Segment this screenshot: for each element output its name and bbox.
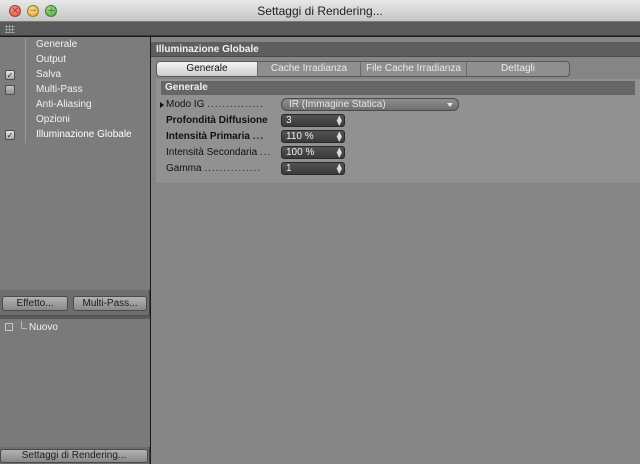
chevron-down-icon — [447, 103, 453, 107]
stepper-icon[interactable]: ▲ ▼ — [337, 147, 342, 159]
sidebar-item-multi-pass[interactable]: Multi-Pass — [0, 83, 150, 98]
sidebar-item-generale[interactable]: Generale — [0, 38, 150, 53]
tree-branch-icon — [21, 321, 27, 329]
sidebar-item-label: Anti-Aliasing — [36, 99, 92, 110]
sidebar-item-anti-aliasing[interactable]: Anti-Aliasing — [0, 98, 150, 113]
tree-line — [25, 98, 26, 113]
stepper-icon[interactable]: ▲ ▼ — [337, 131, 342, 143]
checkbox-salva[interactable]: ✓ — [5, 70, 15, 80]
section-title: Illuminazione Globale — [156, 44, 259, 55]
intensita-primaria-label: Intensità Primaria ... — [166, 131, 265, 142]
gamma-value: 1 — [286, 163, 292, 174]
intensita-secondaria-field[interactable]: 100 % ▲ ▼ — [281, 146, 345, 159]
sidebar-item-label: Illuminazione Globale — [36, 129, 132, 140]
tab-dettagli[interactable]: Dettagli — [467, 62, 569, 76]
stepper-icon[interactable]: ▲ ▼ — [337, 163, 342, 175]
subsection-header: Generale — [161, 81, 635, 95]
expand-triangle-icon[interactable] — [160, 102, 164, 108]
sidebar-item-salva[interactable]: ✓ Salva — [0, 68, 150, 83]
tab-file-cache-irradianza[interactable]: File Cache Irradianza — [361, 62, 467, 76]
modo-ig-label: Modo IG ............... — [166, 99, 264, 110]
toolbar-strip — [0, 22, 640, 36]
gamma-label: Gamma ............... — [166, 163, 262, 174]
profondita-diffusione-field[interactable]: 3 ▲ ▼ — [281, 114, 345, 127]
sidebar: Generale Output ✓ Salva Multi-Pass Anti-… — [0, 37, 150, 464]
section-header: Illuminazione Globale — [151, 42, 640, 57]
sidebar-item-label: Generale — [36, 39, 78, 50]
tree-line — [25, 113, 26, 128]
effetto-button[interactable]: Effetto... — [2, 296, 68, 311]
row-modo-ig: Modo IG ............... IR (Immagine Sta… — [156, 97, 640, 112]
intensita-primaria-value: 110 % — [286, 131, 314, 142]
tree-line — [25, 38, 26, 53]
multi-pass-button[interactable]: Multi-Pass... — [73, 296, 147, 311]
intensita-secondaria-label: Intensità Secondaria ... — [166, 147, 272, 158]
settings-panel: Generale Modo IG ............... IR (Imm… — [156, 79, 640, 183]
tab-cache-irradianza[interactable]: Cache Irradianza — [258, 62, 361, 76]
checkbox-multi-pass[interactable] — [5, 85, 15, 95]
intensita-secondaria-value: 100 % — [286, 147, 315, 158]
row-profondita-diffusione: Profondità Diffusione 3 ▲ ▼ — [156, 113, 640, 128]
main-panel: Illuminazione Globale Generale Cache Irr… — [151, 37, 640, 464]
title-bar: × − + Settaggi di Rendering... — [0, 0, 640, 22]
grip-icon[interactable] — [5, 25, 15, 33]
tree-line — [25, 83, 26, 98]
sidebar-item-label: Output — [36, 54, 67, 65]
stepper-icon[interactable]: ▲ ▼ — [337, 115, 342, 127]
sidebar-item-output[interactable]: Output — [0, 53, 150, 68]
tree-line — [25, 128, 26, 143]
modo-ig-value: IR (Immagine Statica) — [289, 99, 386, 110]
gamma-field[interactable]: 1 ▲ ▼ — [281, 162, 345, 175]
settings-list: Generale Output ✓ Salva Multi-Pass Anti-… — [0, 37, 150, 290]
list-item-nuovo[interactable]: Nuovo — [29, 322, 58, 333]
render-settings-button[interactable]: Settaggi di Rendering... — [0, 449, 148, 463]
tab-generale[interactable]: Generale — [157, 62, 258, 76]
row-intensita-primaria: Intensità Primaria ... 110 % ▲ ▼ — [156, 129, 640, 144]
modo-ig-dropdown[interactable]: IR (Immagine Statica) — [281, 98, 459, 111]
row-intensita-secondaria: Intensità Secondaria ... 100 % ▲ ▼ — [156, 145, 640, 160]
window-title: Settaggi di Rendering... — [257, 4, 383, 18]
profondita-diffusione-value: 3 — [286, 115, 292, 126]
row-gamma: Gamma ............... 1 ▲ ▼ — [156, 161, 640, 176]
tab-bar: Generale Cache Irradianza File Cache Irr… — [156, 61, 570, 77]
sidebar-item-label: Multi-Pass — [36, 84, 83, 95]
effects-list: · Nuovo — [0, 319, 150, 447]
expand-icon[interactable]: · — [5, 323, 13, 331]
sidebar-item-opzioni[interactable]: Opzioni — [0, 113, 150, 128]
profondita-diffusione-label: Profondità Diffusione — [166, 115, 268, 126]
tree-line — [25, 68, 26, 83]
sidebar-item-label: Opzioni — [36, 114, 70, 125]
checkbox-illuminazione-globale[interactable]: ✓ — [5, 130, 15, 140]
sidebar-item-illuminazione-globale[interactable]: ✓ Illuminazione Globale — [0, 128, 150, 143]
tree-line — [25, 53, 26, 68]
intensita-primaria-field[interactable]: 110 % ▲ ▼ — [281, 130, 345, 143]
sidebar-item-label: Salva — [36, 69, 62, 80]
subsection-title: Generale — [165, 82, 208, 93]
